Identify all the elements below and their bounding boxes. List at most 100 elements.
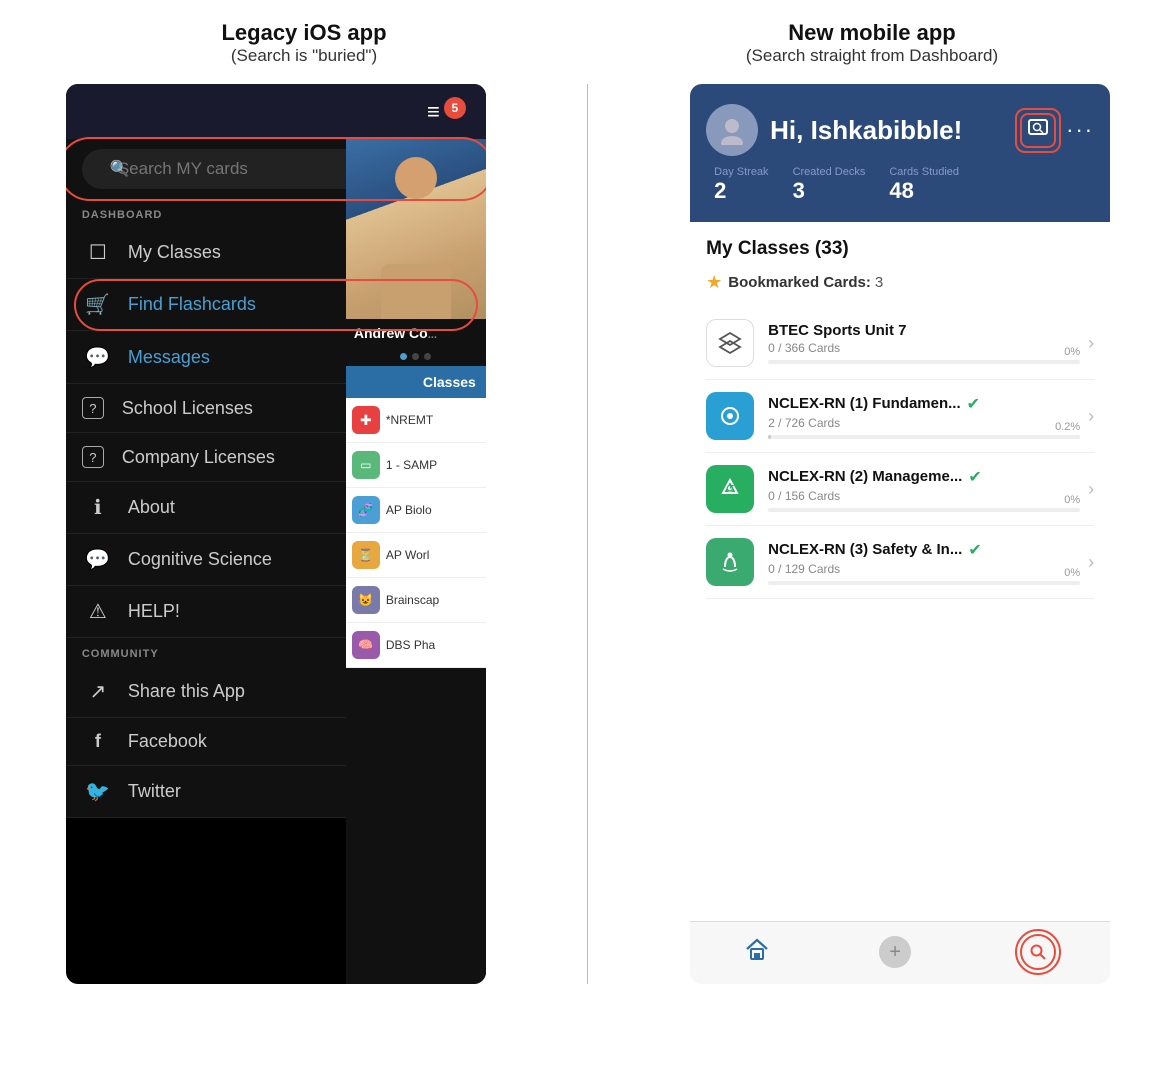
bookmarked-label: Bookmarked Cards: — [728, 274, 871, 291]
overlay-photo — [346, 139, 486, 319]
screens-row: ≡ 5 🔍 DASHBOARD ☐ My Classes — [20, 84, 1156, 984]
nclex2-meta: 0 / 156 Cards — [768, 489, 1080, 503]
nav-search-button[interactable] — [1020, 934, 1056, 970]
bottom-nav: + — [690, 921, 1110, 984]
nclex3-check: ✔ — [968, 540, 981, 560]
avatar-icon — [717, 115, 747, 145]
stats-row: Day Streak 2 Created Decks 3 Cards Studi… — [706, 166, 1094, 204]
avatar — [706, 104, 758, 156]
bookmarked-count: 3 — [875, 274, 883, 291]
nclex1-name-row: NCLEX-RN (1) Fundamen... ✔ — [768, 394, 1080, 414]
stat-day-streak: Day Streak 2 — [714, 166, 768, 204]
company-licenses-icon: ? — [82, 446, 104, 468]
nclex2-name-row: NCLEX-RN (2) Manageme... ✔ — [768, 467, 1080, 487]
nclex3-name: NCLEX-RN (3) Safety & In... — [768, 541, 962, 558]
created-decks-label: Created Decks — [793, 166, 866, 178]
cognitive-science-icon: 💬 — [82, 547, 114, 572]
overlay-list-item: ▭ 1 - SAMP — [346, 443, 486, 488]
share-app-icon: ↗ — [82, 679, 114, 704]
overlay-list-item: ⏳ AP Worl — [346, 533, 486, 578]
nclex1-name: NCLEX-RN (1) Fundamen... — [768, 395, 961, 412]
brainsca-label: Brainscap — [386, 593, 439, 607]
find-flashcards-icon: 🛒 — [82, 292, 114, 317]
samp-icon: ▭ — [352, 451, 380, 479]
nclex1-chevron: › — [1088, 406, 1094, 427]
nclex1-check: ✔ — [967, 394, 980, 414]
nclex2-progress-pct: 0% — [1064, 494, 1080, 506]
stat-created-decks: Created Decks 3 — [793, 166, 866, 204]
nclex1-progress-fill — [768, 435, 771, 439]
hamburger-icon: ≡ — [427, 99, 440, 125]
nclex2-info: NCLEX-RN (2) Manageme... ✔ 0 / 156 Cards… — [768, 467, 1080, 512]
messages-icon: 💬 — [82, 345, 114, 370]
nclex3-meta: 0 / 129 Cards — [768, 562, 1080, 576]
class-item-nclex1[interactable]: NCLEX-RN (1) Fundamen... ✔ 2 / 726 Cards… — [706, 380, 1094, 453]
nav-add-button[interactable]: + — [879, 936, 911, 968]
overlay-list-item: 😺 Brainscap — [346, 578, 486, 623]
nclex1-info: NCLEX-RN (1) Fundamen... ✔ 2 / 726 Cards… — [768, 394, 1080, 439]
class-item-nclex2[interactable]: ↺ NCLEX-RN (2) Manageme... ✔ 0 / 156 Car… — [706, 453, 1094, 526]
home-svg — [744, 936, 770, 962]
new-screen: Hi, Ishkabibble! — [690, 84, 1110, 984]
btec-name-row: BTEC Sports Unit 7 — [768, 322, 1080, 339]
nclex3-info: NCLEX-RN (3) Safety & In... ✔ 0 / 129 Ca… — [768, 540, 1080, 585]
overlay-person-name: Andrew Co... — [346, 319, 486, 347]
btec-info: BTEC Sports Unit 7 0 / 366 Cards 0% — [768, 322, 1080, 364]
nav-home-button[interactable] — [744, 936, 770, 969]
twitter-icon: 🐦 — [82, 779, 114, 804]
star-icon: ★ — [706, 272, 722, 293]
stethoscope-icon — [717, 403, 743, 429]
btec-name: BTEC Sports Unit 7 — [768, 322, 906, 339]
overlay-list-item: 🧠 DBS Pha — [346, 623, 486, 668]
left-title: Legacy iOS app — [48, 20, 559, 46]
apbio-icon: 🧬 — [352, 496, 380, 524]
more-options-icon[interactable]: ··· — [1066, 117, 1094, 143]
nclex2-check: ✔ — [968, 467, 981, 487]
greeting-text: Hi, Ishkabibble! — [770, 115, 1020, 146]
school-licenses-icon: ? — [82, 397, 104, 419]
home-icon — [744, 936, 770, 969]
nclex2-name: NCLEX-RN (2) Manageme... — [768, 468, 962, 485]
btec-progress-pct: 0% — [1064, 346, 1080, 358]
overlay-classes-label: Classes — [346, 366, 486, 398]
class-item-nclex3[interactable]: NCLEX-RN (3) Safety & In... ✔ 0 / 129 Ca… — [706, 526, 1094, 599]
nclex2-progress: 0% — [768, 508, 1080, 512]
class-item-btec[interactable]: BTEC Sports Unit 7 0 / 366 Cards 0% › — [706, 307, 1094, 380]
new-content: My Classes (33) ★ Bookmarked Cards: 3 — [690, 222, 1110, 921]
search-nav-icon — [1020, 934, 1056, 970]
add-icon: + — [879, 936, 911, 968]
nclex2-icon: ↺ — [706, 465, 754, 513]
nclex1-meta: 2 / 726 Cards — [768, 416, 1080, 430]
created-decks-value: 3 — [793, 178, 866, 204]
right-title-block: New mobile app (Search straight from Das… — [616, 20, 1127, 66]
nclex1-progress: 0.2% — [768, 435, 1080, 439]
right-panel-overlay: Andrew Co... Classes ✚ *NREMT — [346, 139, 486, 984]
overlay-list-item: 🧬 AP Biolo — [346, 488, 486, 533]
cards-studied-label: Cards Studied — [889, 166, 959, 178]
btec-progress: 0% — [768, 360, 1080, 364]
titles-row: Legacy iOS app (Search is "buried") New … — [20, 20, 1156, 66]
right-title: New mobile app — [616, 20, 1127, 46]
help-icon: ⚠ — [82, 599, 114, 624]
search-header-button[interactable] — [1020, 113, 1056, 148]
handwash-icon — [717, 549, 743, 575]
overlay-list-item: ✚ *NREMT — [346, 398, 486, 443]
btec-meta: 0 / 366 Cards — [768, 341, 1080, 355]
nclex3-name-row: NCLEX-RN (3) Safety & In... ✔ — [768, 540, 1080, 560]
nclex2-chevron: › — [1088, 479, 1094, 500]
day-streak-label: Day Streak — [714, 166, 768, 178]
nclex1-progress-pct: 0.2% — [1055, 421, 1080, 433]
right-subtitle: (Search straight from Dashboard) — [616, 46, 1127, 66]
cards-studied-value: 48 — [889, 178, 959, 204]
nclex3-chevron: › — [1088, 552, 1094, 573]
nremt-label: *NREMT — [386, 413, 433, 427]
header-top: Hi, Ishkabibble! — [706, 104, 1094, 156]
brainsca-icon: 😺 — [352, 586, 380, 614]
dbspha-label: DBS Pha — [386, 638, 435, 652]
about-icon: ℹ — [82, 495, 114, 520]
apworld-label: AP Worl — [386, 548, 430, 562]
bookmarked-row: ★ Bookmarked Cards: 3 — [706, 272, 1094, 293]
stat-cards-studied: Cards Studied 48 — [889, 166, 959, 204]
dbspha-icon: 🧠 — [352, 631, 380, 659]
svg-text:↺: ↺ — [726, 484, 734, 495]
